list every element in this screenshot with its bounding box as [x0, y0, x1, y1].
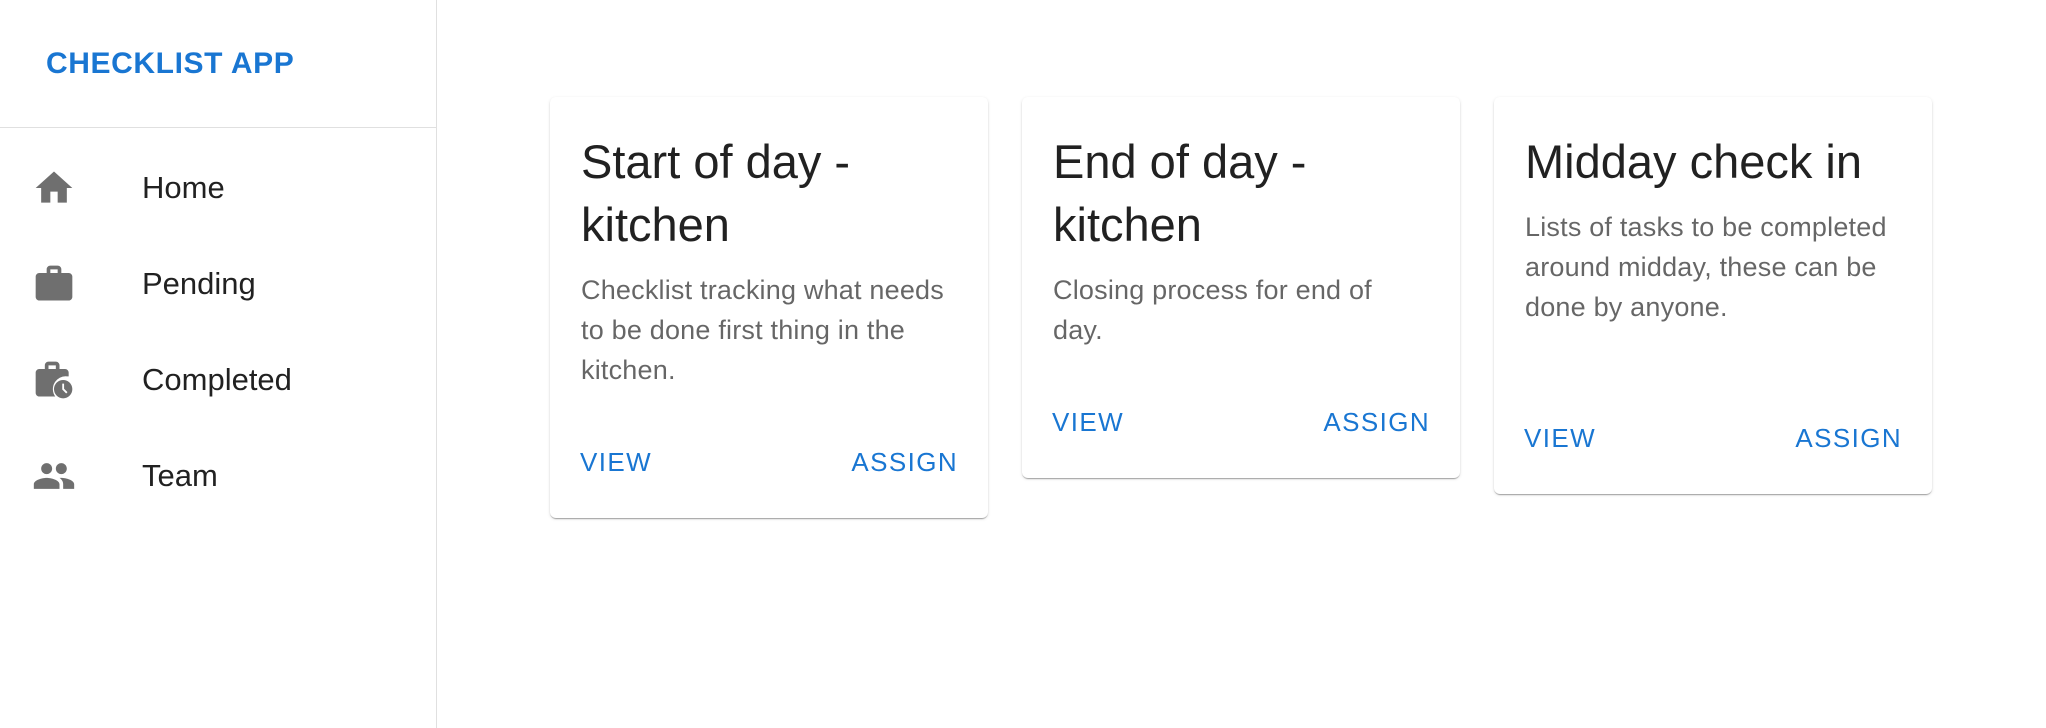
- home-icon: [32, 166, 76, 210]
- sidebar: CHECKLIST APP Home Pending Completed Tea…: [0, 0, 437, 728]
- card-description: Checklist tracking what needs to be done…: [581, 275, 944, 385]
- view-button[interactable]: VIEW: [564, 437, 668, 488]
- sidebar-item-pending[interactable]: Pending: [0, 236, 436, 332]
- sidebar-item-home[interactable]: Home: [0, 140, 436, 236]
- sidebar-item-team[interactable]: Team: [0, 428, 436, 524]
- sidebar-item-label: Team: [142, 458, 218, 493]
- checklist-card: Midday check in Lists of tasks to be com…: [1494, 97, 1932, 494]
- main-content: Start of day - kitchen Checklist trackin…: [438, 0, 2046, 728]
- briefcase-clock-icon: [32, 358, 76, 402]
- card-content: Midday check in Lists of tasks to be com…: [1494, 97, 1932, 327]
- card-description: Lists of tasks to be completed around mi…: [1525, 212, 1887, 322]
- view-button[interactable]: VIEW: [1036, 397, 1140, 448]
- card-description: Closing process for end of day.: [1053, 275, 1372, 345]
- app-title[interactable]: CHECKLIST APP: [46, 47, 294, 81]
- card-actions: VIEW ASSIGN: [1022, 397, 1460, 448]
- card-title: End of day - kitchen: [1053, 135, 1307, 251]
- brand-header: CHECKLIST APP: [0, 0, 436, 128]
- checklist-card: Start of day - kitchen Checklist trackin…: [550, 97, 988, 518]
- card-actions: VIEW ASSIGN: [1494, 413, 1932, 464]
- sidebar-item-completed[interactable]: Completed: [0, 332, 436, 428]
- sidebar-nav: Home Pending Completed Team: [0, 128, 436, 524]
- assign-button[interactable]: ASSIGN: [1307, 397, 1446, 448]
- app-root: CHECKLIST APP Home Pending Completed Tea…: [0, 0, 2046, 728]
- card-content: End of day - kitchen Closing process for…: [1022, 97, 1460, 350]
- assign-button[interactable]: ASSIGN: [1779, 413, 1918, 464]
- briefcase-icon: [32, 262, 76, 306]
- view-button[interactable]: VIEW: [1508, 413, 1612, 464]
- assign-button[interactable]: ASSIGN: [835, 437, 974, 488]
- card-title: Start of day - kitchen: [581, 135, 851, 251]
- people-icon: [32, 454, 76, 498]
- sidebar-item-label: Completed: [142, 362, 292, 397]
- card-content: Start of day - kitchen Checklist trackin…: [550, 97, 988, 390]
- sidebar-item-label: Pending: [142, 266, 256, 301]
- sidebar-item-label: Home: [142, 170, 225, 205]
- card-actions: VIEW ASSIGN: [550, 437, 988, 488]
- checklist-card: End of day - kitchen Closing process for…: [1022, 97, 1460, 478]
- card-title: Midday check in: [1525, 135, 1862, 188]
